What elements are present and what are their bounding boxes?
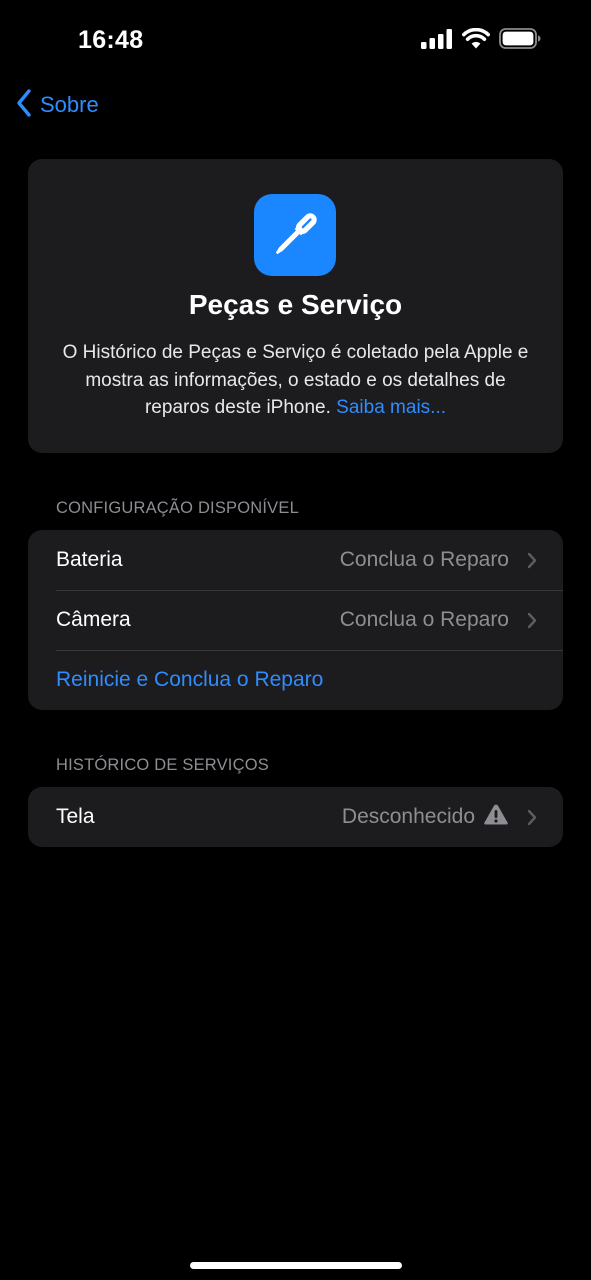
restart-complete-repair-button[interactable]: Reinicie e Conclua o Reparo	[28, 650, 563, 710]
chevron-right-icon	[527, 552, 537, 574]
row-value-text: Conclua o Reparo	[339, 548, 509, 571]
row-value: Conclua o Reparo	[340, 608, 509, 632]
battery-icon	[499, 28, 541, 54]
description-text: O Histórico de Peças e Serviço é coletad…	[62, 342, 529, 418]
row-value-text: Desconhecido	[341, 805, 475, 828]
row-label: Tela	[56, 805, 95, 828]
page-description: O Histórico de Peças e Serviço é coletad…	[58, 339, 533, 422]
config-group: Bateria Conclua o Reparo Câmera Conclua …	[28, 530, 563, 710]
row-value: Conclua o Reparo	[340, 548, 509, 572]
row-label: Câmera	[56, 608, 131, 631]
status-icons	[421, 27, 541, 54]
wifi-icon	[462, 27, 490, 54]
section-header-history: HISTÓRICO DE SERVIÇOS	[56, 756, 269, 774]
warning-icon	[483, 803, 509, 832]
chevron-right-icon	[527, 809, 537, 831]
restart-complete-repair-label: Reinicie e Conclua o Reparo	[56, 668, 324, 691]
chevron-left-icon	[16, 88, 32, 122]
row-label: Bateria	[56, 548, 123, 571]
row-value-text: Conclua o Reparo	[339, 608, 509, 631]
row-display[interactable]: Tela Desconhecido	[28, 787, 563, 847]
page-title: Peças e Serviço	[188, 289, 403, 320]
cellular-signal-icon	[421, 28, 453, 54]
history-group: Tela Desconhecido	[28, 787, 563, 847]
status-time: 16:48	[78, 26, 144, 54]
home-indicator[interactable]	[190, 1262, 402, 1269]
parts-service-card: Peças e Serviço O Histórico de Peças e S…	[28, 159, 563, 453]
screwdriver-icon	[254, 194, 336, 276]
back-button[interactable]: Sobre	[16, 88, 99, 122]
row-battery[interactable]: Bateria Conclua o Reparo	[28, 530, 563, 590]
row-value: Desconhecido	[342, 803, 509, 832]
row-camera[interactable]: Câmera Conclua o Reparo	[28, 590, 563, 650]
learn-more-link[interactable]: Saiba mais...	[336, 397, 446, 418]
chevron-right-icon	[527, 612, 537, 634]
section-header-config: CONFIGURAÇÃO DISPONÍVEL	[56, 499, 299, 517]
back-button-label: Sobre	[40, 92, 99, 117]
